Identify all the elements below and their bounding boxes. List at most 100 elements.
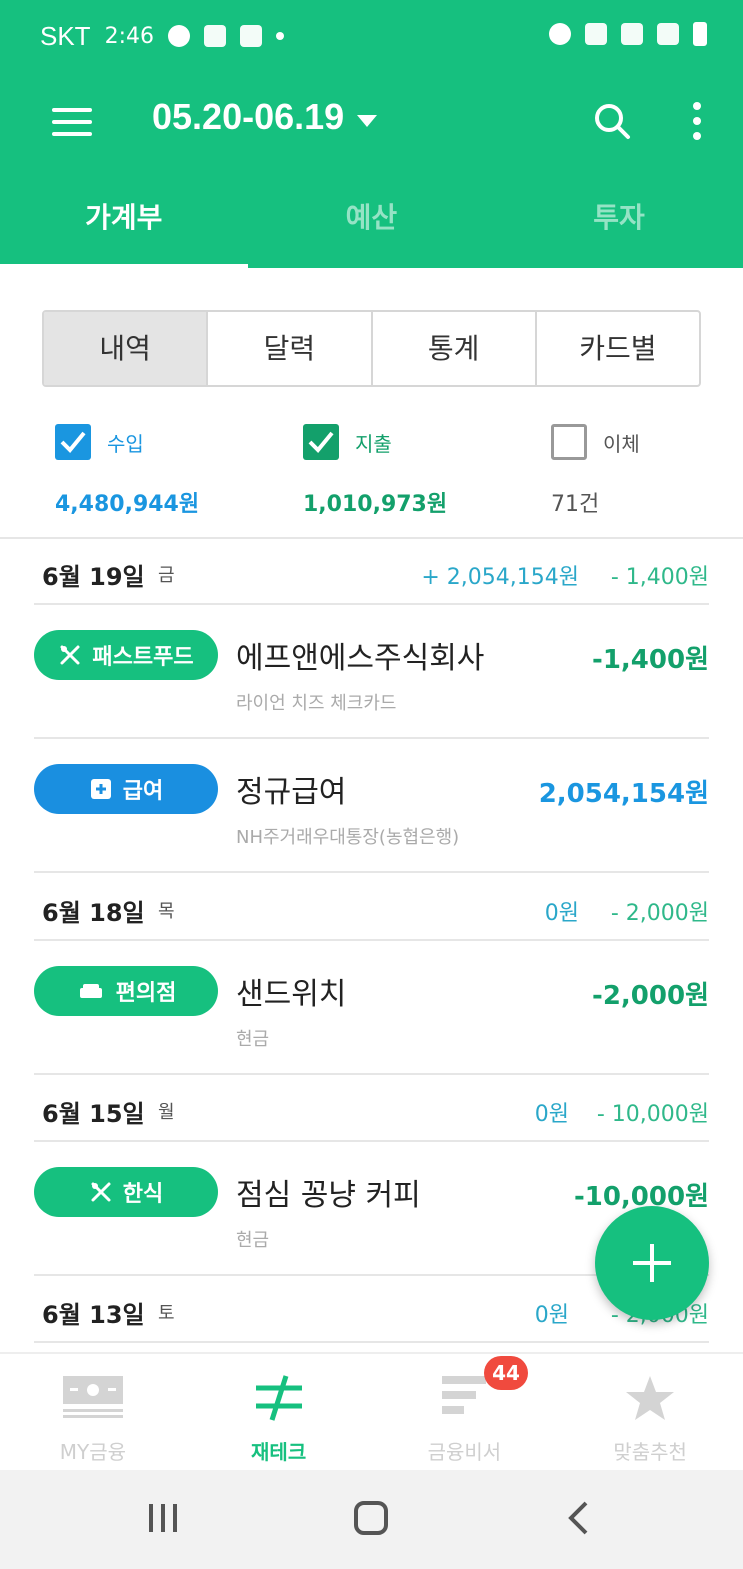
plus-icon [650, 1244, 654, 1282]
day-header: 6월 19일 금 + 2,054,154원 - 1,400원 [34, 539, 709, 605]
more-options-icon[interactable] [692, 102, 702, 140]
merchant-name: 정규급여 [236, 775, 347, 810]
segment-by-card[interactable]: 카드별 [537, 312, 699, 385]
carrier-label: SKT [40, 20, 91, 51]
signal-icon [657, 23, 679, 45]
nav-my-finance[interactable]: MY금융 [0, 1354, 186, 1470]
star-icon [626, 1376, 675, 1420]
payment-account: 라이언 치즈 체크카드 [236, 693, 397, 714]
caret-down-icon[interactable] [357, 115, 377, 127]
main-tabs: 가계부 예산 투자 [0, 172, 743, 268]
payment-account: NH주거래우대통장(농협은행) [236, 827, 460, 848]
day-weekday: 금 [158, 565, 175, 586]
list-icon [442, 1376, 487, 1414]
day-date: 6월 18일 [42, 899, 145, 927]
payment-account: 현금 [236, 1029, 270, 1050]
battery-icon [693, 22, 707, 46]
income-label: 수입 [107, 432, 144, 456]
home-icon[interactable] [353, 1500, 389, 1536]
category-chip[interactable]: 편의점 [34, 966, 218, 1016]
view-segmented-control: 내역 달력 통계 카드별 [42, 310, 701, 387]
transfer-count: 71건 [551, 492, 600, 517]
income-total: 4,480,944원 [55, 492, 200, 517]
clock: 2:46 [104, 23, 154, 49]
transaction-row[interactable]: 패스트푸드 에프앤에스주식회사 라이언 치즈 체크카드 -1,400원 [34, 605, 709, 739]
tab-budget[interactable]: 예산 [248, 172, 496, 268]
transfer-label: 이체 [603, 432, 640, 456]
merchant-name: 에프앤에스주식회사 [236, 641, 485, 676]
notification-app-icon [203, 25, 226, 47]
day-header: 6월 15일 월 0원 - 10,000원 [34, 1076, 709, 1142]
mute-icon [585, 23, 607, 45]
day-date: 6월 13일 [42, 1301, 145, 1329]
alarm-icon [549, 23, 571, 45]
segment-statistics[interactable]: 통계 [373, 312, 537, 385]
transaction-row[interactable]: 편의점 샌드위치 현금 -2,000원 [34, 941, 709, 1075]
check-icon [60, 431, 86, 453]
nav-recommendations[interactable]: 맞춤추천 [557, 1354, 743, 1470]
nav-label: 재테크 [251, 1440, 307, 1464]
notification-app-icon [239, 25, 262, 47]
transaction-amount: -1,400원 [592, 645, 709, 675]
day-expense: - 10,000원 [596, 1102, 709, 1127]
filter-summary: 수입 4,480,944원 지출 1,010,973원 이체 71건 [0, 420, 743, 530]
category-label: 한식 [122, 1182, 164, 1207]
nav-investment[interactable]: 재테크 [186, 1354, 372, 1470]
tab-investment[interactable]: 투자 [495, 172, 743, 268]
day-income: + 2,054,154원 [421, 565, 579, 590]
segment-history[interactable]: 내역 [44, 312, 209, 385]
transaction-row[interactable]: 급여 정규급여 NH주거래우대통장(농협은행) 2,054,154원 [34, 739, 709, 873]
more-notifications-icon [275, 32, 284, 40]
back-icon[interactable] [566, 1500, 592, 1536]
search-icon[interactable] [593, 102, 631, 140]
tab-household-ledger[interactable]: 가계부 [0, 172, 248, 268]
day-income: 0원 [534, 1102, 569, 1127]
bottom-navigation: MY금융 재테크 금융비서 맞춤추천 [0, 1352, 743, 1470]
day-header: 6월 18일 목 0원 - 2,000원 [34, 875, 709, 941]
day-expense: - 1,400원 [610, 565, 709, 590]
status-bar: SKT 2:46 [0, 0, 743, 72]
income-checkbox[interactable] [55, 424, 91, 460]
plus-square-icon [90, 779, 111, 799]
transfer-checkbox[interactable] [551, 424, 587, 460]
day-income: 0원 [544, 901, 579, 926]
expense-checkbox[interactable] [303, 424, 339, 460]
segment-calendar[interactable]: 달력 [208, 312, 373, 385]
merchant-name: 샌드위치 [236, 977, 347, 1012]
wifi-icon [621, 23, 643, 45]
exchange-icon [255, 1375, 302, 1421]
money-icon [62, 1376, 123, 1418]
day-date: 6월 19일 [42, 563, 145, 591]
category-chip[interactable]: 한식 [34, 1167, 218, 1217]
category-label: 급여 [122, 779, 164, 804]
notification-badge: 44 [484, 1356, 528, 1390]
day-date: 6월 15일 [42, 1100, 145, 1128]
nav-label: 금융비서 [427, 1440, 502, 1464]
system-navigation-bar [0, 1470, 743, 1569]
category-label: 편의점 [115, 981, 177, 1006]
category-chip[interactable]: 패스트푸드 [34, 630, 218, 680]
add-transaction-button[interactable] [595, 1206, 709, 1320]
day-weekday: 목 [158, 901, 175, 922]
utensils-icon [60, 645, 80, 665]
day-income: 0원 [534, 1303, 569, 1328]
merchant-name: 점심 꽁냥 커피 [236, 1178, 421, 1213]
nav-finance-assistant[interactable]: 금융비서 [372, 1354, 558, 1470]
app-header: 05.20-06.19 [0, 72, 743, 172]
date-range-selector[interactable]: 05.20-06.19 [152, 96, 344, 138]
nav-label: MY금융 [59, 1440, 127, 1464]
category-label: 패스트푸드 [92, 645, 194, 670]
expense-label: 지출 [355, 432, 392, 456]
hamburger-menu-icon[interactable] [52, 108, 92, 136]
sofa-icon [79, 984, 102, 998]
recent-apps-icon[interactable] [146, 1500, 180, 1536]
notification-app-icon [167, 25, 190, 47]
nav-label: 맞춤추천 [613, 1440, 687, 1464]
transaction-amount: -2,000원 [592, 981, 709, 1011]
transaction-amount: 2,054,154원 [538, 779, 709, 809]
day-weekday: 토 [158, 1303, 175, 1324]
day-expense: - 2,000원 [610, 901, 709, 926]
expense-total: 1,010,973원 [303, 492, 448, 517]
category-chip[interactable]: 급여 [34, 764, 218, 814]
day-weekday: 월 [158, 1102, 175, 1123]
